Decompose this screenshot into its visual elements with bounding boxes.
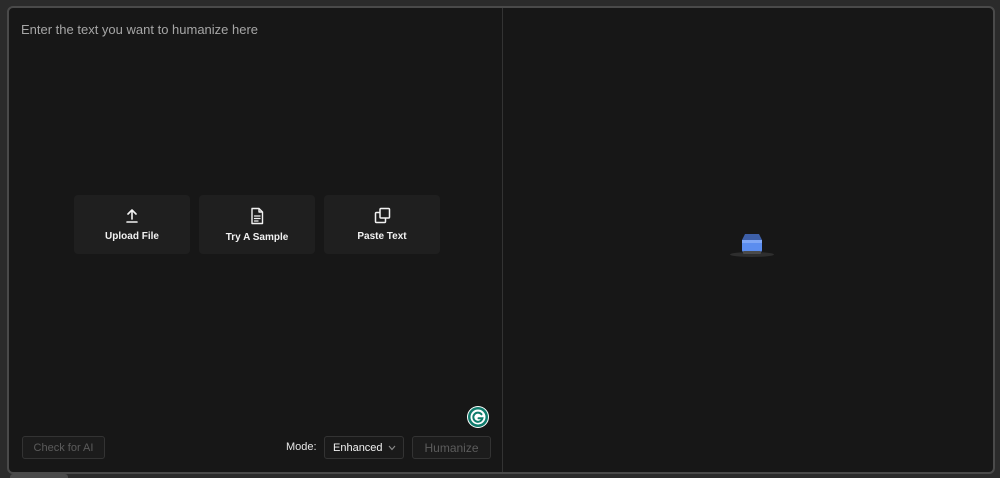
upload-file-label: Upload File	[105, 230, 159, 242]
paste-text-button[interactable]: Paste Text	[324, 195, 440, 254]
document-icon	[251, 207, 264, 224]
output-pane	[503, 8, 993, 472]
grammarly-button[interactable]	[467, 406, 489, 428]
input-pane: Upload File Try A Sample Paste Text	[9, 8, 503, 472]
input-actions: Upload File Try A Sample Paste Text	[74, 195, 440, 254]
try-sample-button[interactable]: Try A Sample	[199, 195, 315, 254]
mode-select[interactable]: Enhanced	[324, 436, 404, 459]
upload-file-button[interactable]: Upload File	[74, 195, 190, 254]
mode-label: Mode:	[286, 441, 317, 453]
inbox-icon	[730, 234, 774, 257]
humanizer-panel: Upload File Try A Sample Paste Text	[7, 6, 995, 474]
humanize-button[interactable]: Humanize	[412, 436, 491, 459]
try-sample-label: Try A Sample	[225, 231, 289, 243]
paste-text-label: Paste Text	[357, 231, 407, 242]
mode-value: Enhanced	[333, 441, 383, 454]
check-for-ai-button[interactable]: Check for AI	[22, 436, 105, 459]
input-toolbar: Check for AI Mode: Enhanced Humanize	[22, 436, 492, 460]
copy-icon	[374, 207, 390, 224]
chevron-down-icon	[388, 445, 396, 451]
tab-indicator	[10, 474, 68, 478]
grammarly-icon	[468, 407, 488, 427]
upload-icon	[126, 208, 138, 223]
